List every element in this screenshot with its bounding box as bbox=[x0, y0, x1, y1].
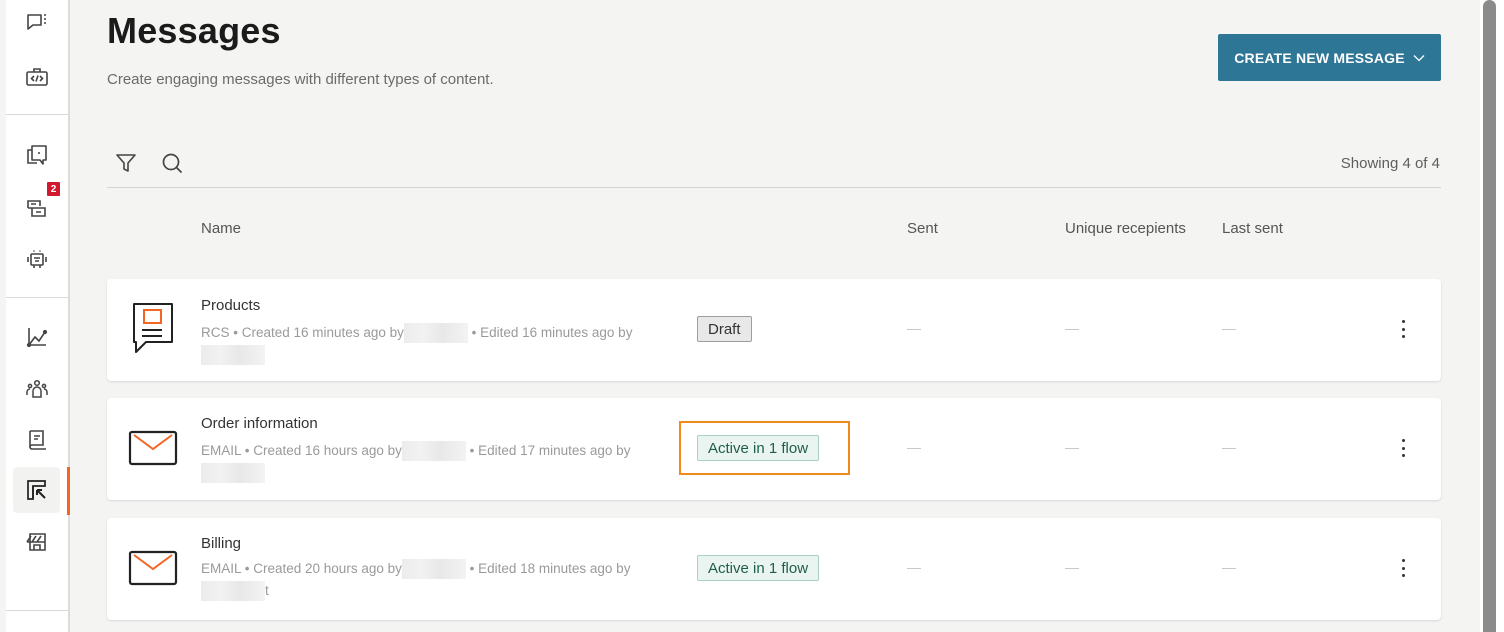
sidebar-divider bbox=[6, 114, 68, 115]
redacted-user bbox=[403, 323, 468, 344]
redacted-user bbox=[201, 581, 265, 602]
last-sent-value bbox=[1222, 448, 1236, 449]
scrollbar-thumb[interactable] bbox=[1483, 0, 1496, 632]
book-icon bbox=[28, 430, 46, 450]
search-icon[interactable] bbox=[160, 151, 184, 175]
create-new-message-label: CREATE NEW MESSAGE bbox=[1234, 49, 1405, 66]
sidebar-item-store[interactable] bbox=[13, 520, 60, 566]
sent-value bbox=[907, 448, 921, 449]
sidebar-item-inbox[interactable] bbox=[13, 132, 60, 178]
message-channel: RCS bbox=[201, 325, 230, 340]
column-header-unique-recipients[interactable]: Unique recepients bbox=[1065, 220, 1186, 237]
message-edited: Edited 17 minutes ago by bbox=[478, 443, 631, 458]
message-edited: Edited 16 minutes ago by bbox=[480, 325, 633, 340]
chevron-down-icon bbox=[1413, 54, 1425, 61]
page-subtitle: Create engaging messages with different … bbox=[107, 71, 494, 88]
column-header-sent[interactable]: Sent bbox=[907, 220, 938, 237]
rcs-message-icon bbox=[133, 303, 173, 353]
sidebar-edge bbox=[0, 0, 6, 632]
more-options-button[interactable] bbox=[1395, 317, 1411, 341]
robot-icon bbox=[26, 250, 47, 268]
stacked-cards-icon bbox=[26, 200, 46, 217]
storefront-icon bbox=[25, 533, 46, 551]
message-edited: Edited 18 minutes ago by bbox=[478, 561, 631, 576]
results-count: Showing 4 of 4 bbox=[1340, 155, 1440, 172]
notification-badge: 2 bbox=[47, 182, 60, 196]
sidebar-divider bbox=[6, 610, 68, 611]
redacted-user bbox=[201, 463, 265, 484]
active-indicator bbox=[67, 467, 70, 515]
message-name[interactable]: Billing bbox=[201, 535, 241, 552]
message-created: Created 16 minutes ago by bbox=[241, 325, 404, 340]
unique-recipients-value bbox=[1065, 568, 1079, 569]
create-new-message-button[interactable]: CREATE NEW MESSAGE bbox=[1218, 34, 1441, 81]
envelope-icon bbox=[128, 550, 178, 586]
status-badge: Draft bbox=[697, 316, 752, 342]
toolbar-divider bbox=[107, 187, 1441, 188]
layout-cursor-icon bbox=[26, 480, 46, 500]
column-header-last-sent[interactable]: Last sent bbox=[1222, 220, 1283, 237]
sent-value bbox=[907, 329, 921, 330]
line-chart-icon bbox=[26, 328, 47, 348]
last-sent-value bbox=[1222, 329, 1236, 330]
sidebar-divider bbox=[6, 297, 68, 298]
status-badge: Active in 1 flow bbox=[697, 555, 820, 581]
sidebar-item-people[interactable] bbox=[13, 366, 60, 412]
redacted-user bbox=[401, 441, 466, 462]
message-name[interactable]: Order information bbox=[201, 415, 318, 432]
filter-icon[interactable] bbox=[114, 151, 138, 175]
last-sent-value bbox=[1222, 568, 1236, 569]
sidebar-item-campaigns[interactable] bbox=[13, 467, 60, 513]
message-row[interactable]: Billing EMAIL • Created 20 hours ago by … bbox=[107, 518, 1441, 620]
message-channel: EMAIL bbox=[201, 443, 242, 458]
unique-recipients-value bbox=[1065, 329, 1079, 330]
message-row[interactable]: Products RCS • Created 16 minutes ago by… bbox=[107, 279, 1441, 381]
envelope-icon bbox=[128, 430, 178, 466]
sidebar-item-developer[interactable] bbox=[13, 54, 60, 100]
message-created: Created 16 hours ago by bbox=[253, 443, 402, 458]
chat-bubble-dots-icon bbox=[26, 14, 46, 30]
column-header-name[interactable]: Name bbox=[201, 220, 241, 237]
message-meta: EMAIL • Created 20 hours ago by • Edited… bbox=[201, 558, 691, 602]
sidebar-item-bots[interactable] bbox=[13, 236, 60, 282]
unique-recipients-value bbox=[1065, 448, 1079, 449]
sidebar-item-docs[interactable] bbox=[13, 417, 60, 463]
more-options-button[interactable] bbox=[1395, 556, 1411, 580]
code-briefcase-icon bbox=[25, 68, 48, 86]
message-name[interactable]: Products bbox=[201, 297, 260, 314]
chat-copy-icon bbox=[26, 145, 47, 165]
message-channel: EMAIL bbox=[201, 561, 242, 576]
sent-value bbox=[907, 568, 921, 569]
redacted-user bbox=[201, 345, 265, 366]
sidebar-item-analytics[interactable] bbox=[13, 314, 60, 360]
redacted-user bbox=[401, 559, 466, 580]
more-options-button[interactable] bbox=[1395, 436, 1411, 460]
message-meta: EMAIL • Created 16 hours ago by • Edited… bbox=[201, 440, 691, 484]
message-meta: RCS • Created 16 minutes ago by • Edited… bbox=[201, 322, 691, 366]
page-title: Messages bbox=[107, 10, 281, 51]
sidebar-item-conversations[interactable] bbox=[13, 0, 60, 46]
highlight-box bbox=[679, 421, 850, 475]
people-group-icon bbox=[25, 379, 48, 398]
message-created: Created 20 hours ago by bbox=[253, 561, 402, 576]
sidebar-nav: 2 bbox=[0, 0, 70, 632]
